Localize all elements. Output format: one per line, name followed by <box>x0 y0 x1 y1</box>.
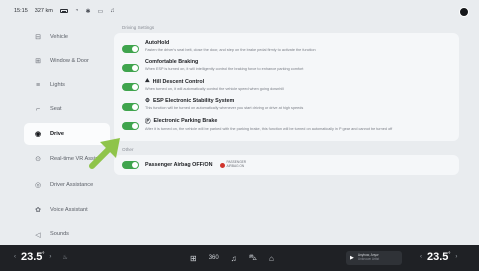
speaker-icon: ◁ <box>35 231 41 239</box>
status-bar: 15:15 327 km ◔ ✱ ▭ ♫ <box>0 0 479 22</box>
driver-temperature[interactable]: 23.5° <box>21 251 44 263</box>
setting-desc: When turned on, it will automatically co… <box>145 87 284 91</box>
airbag-status: PASSENGER AIRBAG ON <box>219 161 247 168</box>
setting-esp: ⚙ ESP Electronic Stability System This f… <box>114 95 459 114</box>
section-title-driving: Driving Settings <box>122 25 155 30</box>
setting-title: Electronic Parking Brake <box>153 118 218 124</box>
setting-title: Hill Descent Control <box>152 78 205 85</box>
driving-settings-panel: AutoHold Fasten the driver's seat belt, … <box>114 33 459 141</box>
setting-electronic-parking-brake: Ⓟ Electronic Parking Brake After it is t… <box>114 114 459 135</box>
setting-desc: Fasten the driver's seat belt, close the… <box>145 48 316 52</box>
range-readout: 327 km <box>34 8 53 14</box>
window-icon: ⊞ <box>35 58 41 66</box>
media-info: Anyhow, Anyw Unknown Artist <box>357 253 380 262</box>
sidebar-item-seat[interactable]: ⌐ Seat <box>24 99 110 121</box>
lights-icon: ≡ <box>35 81 41 89</box>
sidebar-item-label: Voice Assistant <box>50 207 88 214</box>
sidebar-item-label: Lights <box>50 82 65 89</box>
sidebar-item-sounds[interactable]: ◁ Sounds <box>24 224 110 246</box>
setting-title: Comfortable Braking <box>145 59 199 65</box>
passenger-climate: ‹ 23.5° › <box>420 251 457 263</box>
sidebar-item-vehicle[interactable]: ⊟ Vehicle <box>24 26 110 48</box>
home-icon[interactable]: ⌂ <box>269 254 274 263</box>
voice-icon: ✿ <box>35 207 41 215</box>
sidebar-item-label: Window & Door <box>50 57 89 64</box>
360-icon[interactable]: 360 <box>209 255 219 261</box>
sidebar-item-driver-assistance[interactable]: ◎ Driver Assistance <box>24 173 110 197</box>
bottom-dock: ‹ 23.5° › ♨ ⊞ 360 ♫ ⛍ ⌂ ▶ Anyhow, Anyw U… <box>0 245 479 271</box>
media-artist: Unknown Artist <box>357 257 380 261</box>
esp-toggle[interactable] <box>122 103 139 111</box>
temp-decrease-icon[interactable]: ‹ <box>420 254 422 260</box>
wifi-icon: ◔ <box>74 8 79 14</box>
media-widget[interactable]: ▶ Anyhow, Anyw Unknown Artist <box>346 251 402 265</box>
setting-title-row: ⛰ Hill Descent Control <box>145 78 451 85</box>
hill-descent-icon: ⛰ <box>145 78 150 84</box>
setting-title: ESP Electronic Stability System <box>152 98 235 104</box>
temp-decrease-icon[interactable]: ‹ <box>14 254 16 260</box>
setting-desc: After it is turned on, the vehicle will … <box>145 127 393 131</box>
driver-climate: ‹ 23.5° › ♨ <box>14 251 68 263</box>
bell-icon: ♫ <box>110 8 115 14</box>
other-settings-panel: Passenger Airbag OFF/ON PASSENGER AIRBAG… <box>114 155 459 175</box>
seat-heat-icon[interactable]: ♨ <box>62 254 67 261</box>
car-icon[interactable]: ⛍ <box>249 253 257 263</box>
setting-title-row: ⚙ ESP Electronic Stability System <box>145 98 451 104</box>
music-icon[interactable]: ♫ <box>231 254 237 263</box>
setting-comfortable-braking: Comfortable Braking When ESP is turned o… <box>114 56 459 75</box>
play-icon[interactable]: ▶ <box>350 255 354 261</box>
dock-apps: ⊞ 360 ♫ ⛍ ⌂ <box>190 245 274 271</box>
assist-icon: ◎ <box>34 182 42 190</box>
setting-title-row: Ⓟ Electronic Parking Brake <box>145 117 451 125</box>
parking-brake-icon: Ⓟ <box>145 119 151 125</box>
setting-title: Passenger Airbag OFF/ON <box>145 162 213 168</box>
passenger-temperature[interactable]: 23.5° <box>427 251 450 263</box>
temp-increase-icon[interactable]: › <box>49 254 51 260</box>
setting-title: AutoHold <box>145 40 170 46</box>
comfortable-braking-toggle[interactable] <box>122 64 139 72</box>
sidebar-item-voice-assistant[interactable]: ✿ Voice Assistant <box>24 199 110 221</box>
section-title-other: Other <box>122 147 134 152</box>
camera-icon: ▭ <box>97 8 104 15</box>
autohold-toggle[interactable] <box>122 45 139 53</box>
sidebar-item-label: Driver Assistance <box>50 181 94 188</box>
esp-icon: ⚙ <box>145 98 150 104</box>
battery-icon <box>59 9 68 13</box>
airbag-icon <box>219 162 225 168</box>
pointer-arrow-icon <box>89 138 120 169</box>
steering-wheel-icon: ◉ <box>34 130 42 138</box>
temp-increase-icon[interactable]: › <box>455 254 457 260</box>
drive-settings-content: Driving Settings AutoHold Fasten the dri… <box>114 25 459 175</box>
passenger-airbag-toggle[interactable] <box>122 161 139 169</box>
bluetooth-icon: ✱ <box>85 8 91 15</box>
parking-brake-toggle[interactable] <box>122 122 139 130</box>
sidebar-item-label: Vehicle <box>50 33 69 40</box>
profile-avatar[interactable] <box>459 7 469 17</box>
hill-descent-toggle[interactable] <box>122 83 139 91</box>
setting-desc: When ESP is turned on, it will intellige… <box>145 67 304 71</box>
apps-icon[interactable]: ⊞ <box>190 254 197 263</box>
airbag-status-text: PASSENGER AIRBAG ON <box>227 161 247 168</box>
car-icon: ⊟ <box>35 34 41 41</box>
sidebar-item-label: Sounds <box>50 231 69 238</box>
airbag-status-line2: AIRBAG ON <box>226 164 245 168</box>
vr-icon: ⊙ <box>35 155 41 163</box>
sidebar-item-label: Seat <box>50 106 62 113</box>
setting-desc: This function will be turned on automati… <box>145 106 304 110</box>
setting-hill-descent: ⛰ Hill Descent Control When turned on, i… <box>114 75 459 95</box>
seat-icon: ⌐ <box>35 106 41 114</box>
setting-passenger-airbag: Passenger Airbag OFF/ON PASSENGER AIRBAG… <box>114 161 459 169</box>
sidebar-item-label: Drive <box>50 130 64 137</box>
clock: 15:15 <box>14 8 28 14</box>
setting-autohold: AutoHold Fasten the driver's seat belt, … <box>114 37 459 56</box>
sidebar-item-window-door[interactable]: ⊞ Window & Door <box>24 50 110 72</box>
sidebar-item-lights[interactable]: ≡ Lights <box>24 74 110 96</box>
